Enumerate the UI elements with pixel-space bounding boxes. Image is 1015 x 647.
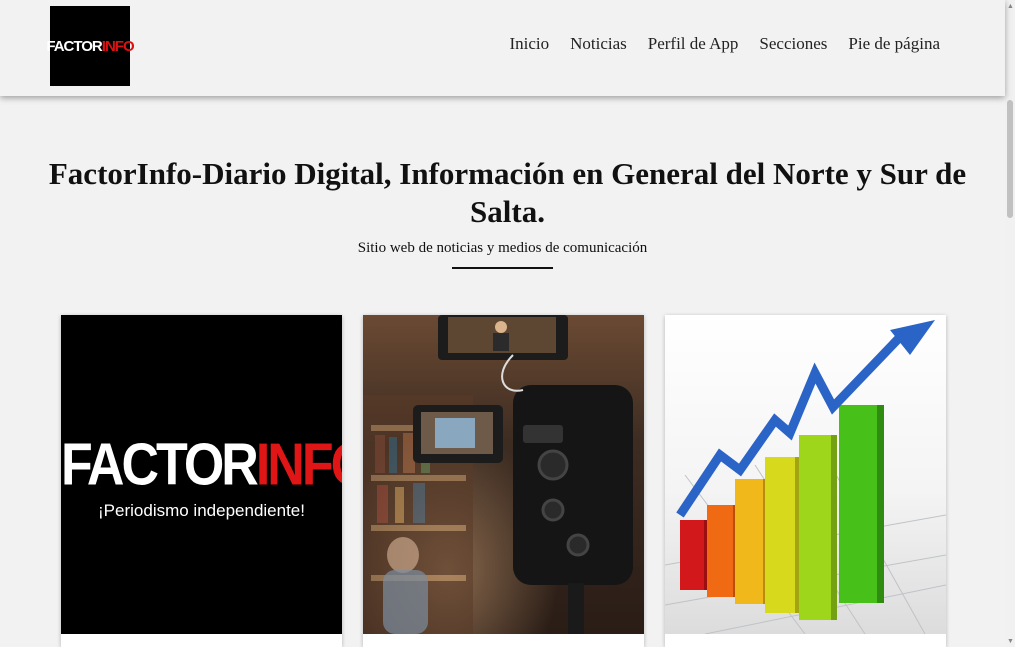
site-header: FACTOR INFO Inicio Noticias Perfil de App…	[0, 0, 1005, 96]
logo-text-white: FACTOR	[46, 37, 102, 55]
scrollbar-thumb[interactable]	[1007, 100, 1013, 218]
camera-photo	[363, 315, 644, 634]
page-title: FactorInfo-Diario Digital, Información e…	[48, 156, 967, 229]
factorinfo-logo-image: FACTORINFO ¡Periodismo independiente!	[61, 315, 342, 634]
site-logo[interactable]: FACTOR INFO	[46, 6, 135, 86]
factorinfo-tagline: ¡Periodismo independiente!	[98, 501, 305, 520]
nav-item-secciones[interactable]: Secciones	[759, 34, 827, 54]
feature-card-factorinfo[interactable]: FACTORINFO ¡Periodismo independiente!	[61, 315, 342, 647]
main-nav: Inicio Noticias Perfil de App Secciones …	[509, 34, 940, 54]
nav-item-noticias[interactable]: Noticias	[570, 34, 627, 54]
logo-text-red: INFO	[101, 37, 135, 55]
nav-item-perfil-app[interactable]: Perfil de App	[648, 34, 739, 54]
growth-chart-image	[665, 315, 946, 634]
scroll-up-icon[interactable]: ▲	[1007, 2, 1014, 10]
page-subtitle: Sitio web de noticias y medios de comuni…	[357, 240, 648, 256]
feature-card-growth[interactable]	[665, 315, 946, 647]
factorinfo-logo: FACTORINFO	[61, 431, 342, 499]
nav-item-inicio[interactable]: Inicio	[509, 34, 549, 54]
title-divider	[452, 267, 553, 269]
growth-chart-illustration	[665, 320, 946, 634]
scroll-down-icon[interactable]: ▼	[1007, 637, 1014, 645]
feature-card-camera[interactable]	[363, 315, 644, 647]
nav-item-pie-pagina[interactable]: Pie de página	[848, 34, 940, 54]
page-scrollbar[interactable]: ▲ ▼	[1005, 0, 1015, 647]
camera-illustration	[363, 315, 633, 634]
